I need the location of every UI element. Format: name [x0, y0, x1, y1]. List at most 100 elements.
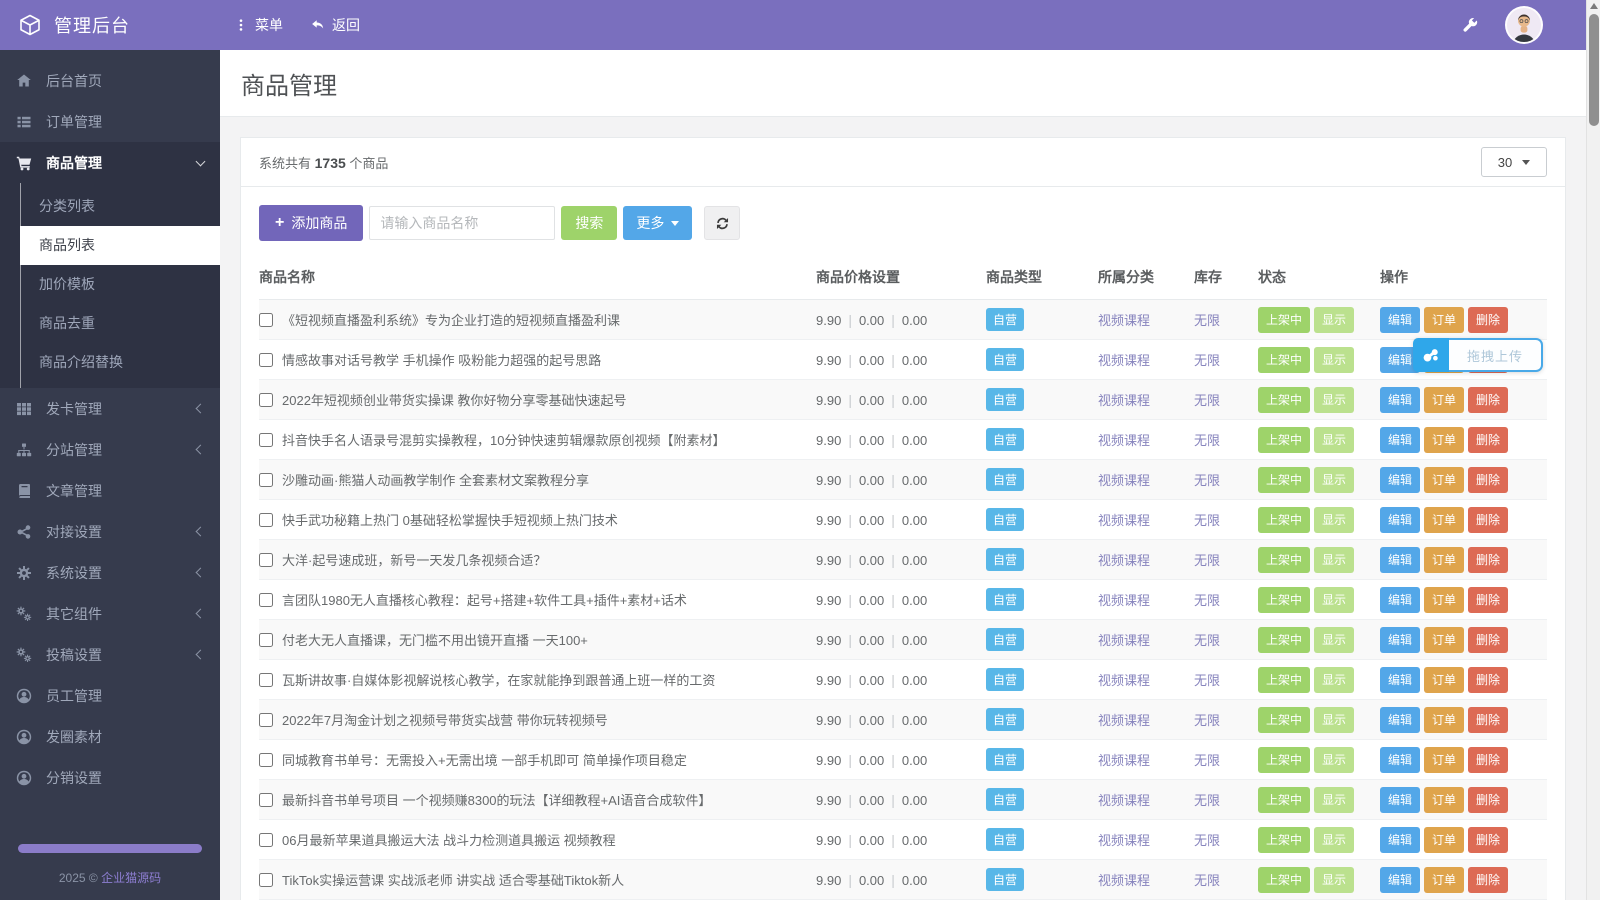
- category-link[interactable]: 视频课程: [1098, 873, 1150, 888]
- status-on-shelf-button[interactable]: 上架中: [1258, 586, 1311, 613]
- row-checkbox[interactable]: [259, 352, 273, 367]
- edit-button[interactable]: 编辑: [1380, 786, 1421, 813]
- status-visible-button[interactable]: 显示: [1314, 626, 1355, 653]
- sidebar-item-orders[interactable]: 订单管理: [0, 101, 220, 142]
- row-checkbox[interactable]: [259, 792, 273, 807]
- sidebar-item-staff[interactable]: 员工管理: [0, 675, 220, 716]
- edit-button[interactable]: 编辑: [1380, 746, 1421, 773]
- brand[interactable]: 管理后台: [0, 12, 220, 38]
- category-link[interactable]: 视频课程: [1098, 673, 1150, 688]
- edit-button[interactable]: 编辑: [1380, 666, 1421, 693]
- search-button[interactable]: 搜索: [561, 206, 618, 240]
- search-input[interactable]: [369, 206, 556, 240]
- sidebar-item-integration[interactable]: 对接设置: [0, 511, 220, 552]
- sidebar-item-articles[interactable]: 文章管理: [0, 470, 220, 511]
- status-on-shelf-button[interactable]: 上架中: [1258, 826, 1311, 853]
- row-checkbox[interactable]: [259, 872, 273, 887]
- status-on-shelf-button[interactable]: 上架中: [1258, 706, 1311, 733]
- row-checkbox[interactable]: [259, 632, 273, 647]
- back-button[interactable]: 返回: [311, 15, 360, 35]
- delete-button[interactable]: 删除: [1468, 626, 1509, 653]
- category-link[interactable]: 视频课程: [1098, 713, 1150, 728]
- status-visible-button[interactable]: 显示: [1314, 546, 1355, 573]
- more-dropdown-button[interactable]: 更多: [623, 206, 693, 240]
- sidebar-subitem[interactable]: 分类列表: [20, 187, 220, 226]
- status-visible-button[interactable]: 显示: [1314, 826, 1355, 853]
- delete-button[interactable]: 删除: [1468, 666, 1509, 693]
- row-checkbox[interactable]: [259, 712, 273, 727]
- status-visible-button[interactable]: 显示: [1314, 386, 1355, 413]
- delete-button[interactable]: 删除: [1468, 746, 1509, 773]
- delete-button[interactable]: 删除: [1468, 506, 1509, 533]
- sidebar-item-cards[interactable]: 发卡管理: [0, 388, 220, 429]
- row-checkbox[interactable]: [259, 672, 273, 687]
- orders-button[interactable]: 订单: [1424, 626, 1465, 653]
- category-link[interactable]: 视频课程: [1098, 753, 1150, 768]
- status-on-shelf-button[interactable]: 上架中: [1258, 786, 1311, 813]
- orders-button[interactable]: 订单: [1424, 746, 1465, 773]
- status-visible-button[interactable]: 显示: [1314, 706, 1355, 733]
- category-link[interactable]: 视频课程: [1098, 553, 1150, 568]
- status-visible-button[interactable]: 显示: [1314, 346, 1355, 373]
- row-checkbox[interactable]: [259, 592, 273, 607]
- orders-button[interactable]: 订单: [1424, 786, 1465, 813]
- scrollbar-thumb[interactable]: [1589, 14, 1599, 126]
- delete-button[interactable]: 删除: [1468, 426, 1509, 453]
- delete-button[interactable]: 删除: [1468, 466, 1509, 493]
- sidebar-item-home[interactable]: 后台首页: [0, 60, 220, 101]
- delete-button[interactable]: 删除: [1468, 786, 1509, 813]
- sidebar-item-system[interactable]: 系统设置: [0, 552, 220, 593]
- edit-button[interactable]: 编辑: [1380, 706, 1421, 733]
- sidebar-item-submission[interactable]: 投稿设置: [0, 634, 220, 675]
- category-link[interactable]: 视频课程: [1098, 633, 1150, 648]
- category-link[interactable]: 视频课程: [1098, 473, 1150, 488]
- sidebar-subitem[interactable]: 商品介绍替换: [20, 343, 220, 382]
- edit-button[interactable]: 编辑: [1380, 586, 1421, 613]
- orders-button[interactable]: 订单: [1424, 586, 1465, 613]
- sidebar-subitem[interactable]: 加价模板: [20, 265, 220, 304]
- tools-wrench-icon[interactable]: [1462, 17, 1479, 34]
- edit-button[interactable]: 编辑: [1380, 386, 1421, 413]
- scrollbar-up-arrow[interactable]: [1590, 3, 1598, 9]
- user-avatar[interactable]: [1505, 6, 1543, 44]
- edit-button[interactable]: 编辑: [1380, 546, 1421, 573]
- status-on-shelf-button[interactable]: 上架中: [1258, 866, 1311, 893]
- orders-button[interactable]: 订单: [1424, 866, 1465, 893]
- category-link[interactable]: 视频课程: [1098, 793, 1150, 808]
- netdisk-drag-upload-widget[interactable]: 拖拽上传: [1413, 338, 1543, 372]
- orders-button[interactable]: 订单: [1424, 426, 1465, 453]
- row-checkbox[interactable]: [259, 432, 273, 447]
- category-link[interactable]: 视频课程: [1098, 353, 1150, 368]
- orders-button[interactable]: 订单: [1424, 506, 1465, 533]
- status-visible-button[interactable]: 显示: [1314, 866, 1355, 893]
- sidebar-item-distribution[interactable]: 分销设置: [0, 757, 220, 798]
- orders-button[interactable]: 订单: [1424, 386, 1465, 413]
- row-checkbox[interactable]: [259, 312, 273, 327]
- status-on-shelf-button[interactable]: 上架中: [1258, 626, 1311, 653]
- edit-button[interactable]: 编辑: [1380, 466, 1421, 493]
- status-visible-button[interactable]: 显示: [1314, 506, 1355, 533]
- delete-button[interactable]: 删除: [1468, 306, 1509, 333]
- status-on-shelf-button[interactable]: 上架中: [1258, 746, 1311, 773]
- status-visible-button[interactable]: 显示: [1314, 746, 1355, 773]
- orders-button[interactable]: 订单: [1424, 466, 1465, 493]
- sidebar-item-moments[interactable]: 发圈素材: [0, 716, 220, 757]
- status-visible-button[interactable]: 显示: [1314, 306, 1355, 333]
- orders-button[interactable]: 订单: [1424, 826, 1465, 853]
- category-link[interactable]: 视频课程: [1098, 833, 1150, 848]
- row-checkbox[interactable]: [259, 512, 273, 527]
- sidebar-item-components[interactable]: 其它组件: [0, 593, 220, 634]
- status-visible-button[interactable]: 显示: [1314, 466, 1355, 493]
- add-product-button[interactable]: + 添加商品: [259, 205, 364, 241]
- delete-button[interactable]: 删除: [1468, 706, 1509, 733]
- orders-button[interactable]: 订单: [1424, 666, 1465, 693]
- category-link[interactable]: 视频课程: [1098, 433, 1150, 448]
- delete-button[interactable]: 删除: [1468, 386, 1509, 413]
- row-checkbox[interactable]: [259, 752, 273, 767]
- page-size-select[interactable]: 30: [1481, 147, 1547, 177]
- status-on-shelf-button[interactable]: 上架中: [1258, 426, 1311, 453]
- sidebar-item-products[interactable]: 商品管理: [0, 142, 220, 183]
- status-on-shelf-button[interactable]: 上架中: [1258, 386, 1311, 413]
- delete-button[interactable]: 删除: [1468, 546, 1509, 573]
- edit-button[interactable]: 编辑: [1380, 826, 1421, 853]
